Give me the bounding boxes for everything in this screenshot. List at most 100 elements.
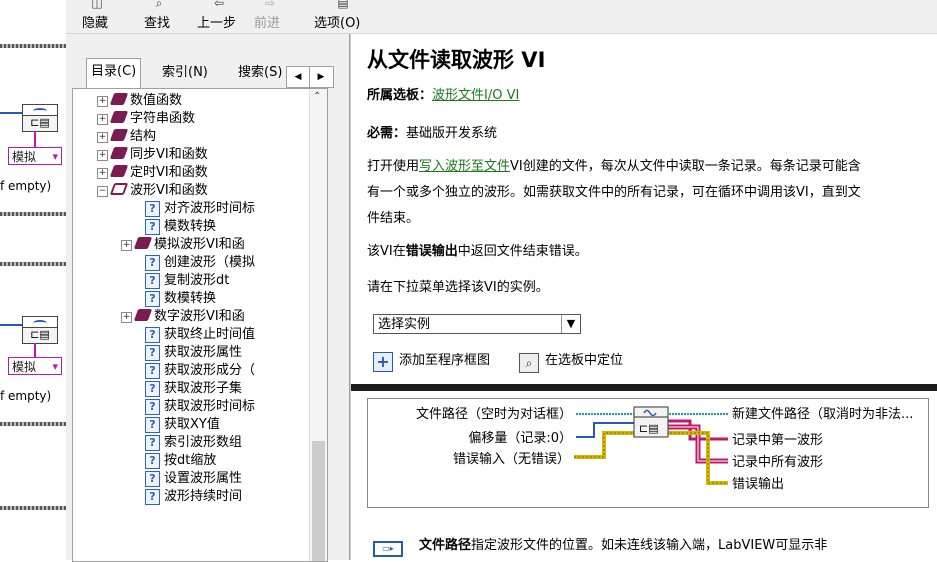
polymorphic-selector[interactable]: 模拟 bbox=[8, 147, 62, 166]
eof-paragraph: 该VI在错误输出中返回文件结束错误。 bbox=[367, 240, 588, 259]
tree-item-label: 复制波形dt bbox=[164, 273, 230, 288]
expand-icon[interactable]: + bbox=[121, 312, 132, 323]
tree-item-label: 获取波形成分（ bbox=[164, 363, 256, 378]
parameter-text: 指定波形文件的位置。如未连线该输入端，LabVIEW可显示非 bbox=[471, 538, 828, 553]
help-page-icon: ? bbox=[145, 273, 160, 289]
tree-item[interactable]: − 波形VI和函数 bbox=[97, 183, 208, 199]
tree-item[interactable]: ? 按dt缩放 bbox=[145, 453, 216, 469]
help-page-icon: ? bbox=[145, 435, 160, 451]
palette-link[interactable]: 波形文件I/O VI bbox=[432, 88, 519, 103]
tree-item[interactable]: ? 设置波形属性 bbox=[145, 471, 242, 487]
tree-item[interactable]: + 定时VI和函数 bbox=[97, 165, 208, 181]
expand-icon[interactable]: + bbox=[97, 150, 108, 161]
select-instruction: 请在下拉菜单选择该VI的实例。 bbox=[367, 280, 549, 295]
help-page-icon: ? bbox=[145, 255, 160, 271]
book-icon bbox=[109, 147, 129, 159]
book-icon bbox=[109, 165, 129, 177]
tree-item[interactable]: ? 获取波形时间标 bbox=[145, 399, 255, 415]
tree-item[interactable]: ? 复制波形dt bbox=[145, 273, 229, 289]
book-icon bbox=[109, 129, 129, 141]
tree-item[interactable]: + 结构 bbox=[97, 129, 156, 145]
tab-search[interactable]: 搜索(S) bbox=[234, 60, 286, 86]
write-waveform-link[interactable]: 写入波形至文件 bbox=[419, 159, 510, 174]
waveform-vi-node-icon[interactable]: ⊏▤ bbox=[22, 316, 58, 344]
help-page-icon: ? bbox=[145, 363, 160, 379]
wire-segment bbox=[0, 262, 66, 266]
tree-item[interactable]: ? 波形持续时间 bbox=[145, 489, 242, 505]
tree-item-label: 设置波形属性 bbox=[164, 471, 243, 486]
forward-button[interactable]: ⇨ 前进 bbox=[254, 0, 286, 33]
eof-text: 中返回文件结束错误。 bbox=[457, 244, 588, 259]
tree-item[interactable]: ? 获取波形成分（ bbox=[145, 363, 255, 379]
help-page-icon: ? bbox=[145, 219, 160, 235]
input-offset-label: 偏移量（记录:0） bbox=[468, 431, 572, 446]
tree-item[interactable]: ? 数模转换 bbox=[145, 291, 216, 307]
wire-segment bbox=[0, 112, 22, 114]
back-arrow-icon: ⇦ bbox=[213, 0, 225, 10]
tree-item[interactable]: ? 模数转换 bbox=[145, 219, 216, 235]
chevron-down-icon[interactable]: ▼ bbox=[561, 315, 580, 333]
hide-icon: ◫ bbox=[91, 0, 103, 10]
tree-item-label: 创建波形（模拟 bbox=[164, 255, 256, 270]
help-toolbar: ◫ 隐藏 ⌕ 查找 ⇦ 上一步 ⇨ 前进 ▤ 选项(O) bbox=[66, 0, 937, 34]
tree-item[interactable]: + 字符串函数 bbox=[97, 111, 195, 127]
tree-item[interactable]: ? 对齐波形时间标 bbox=[145, 201, 255, 217]
scrollbar-thumb[interactable] bbox=[312, 441, 325, 561]
background-vi-pane: ⊏▤ 模拟 f empty) ⊏▤ 模拟 f empty) bbox=[0, 0, 66, 560]
section-divider bbox=[351, 384, 937, 391]
tree-item[interactable]: + 同步VI和函数 bbox=[97, 147, 208, 163]
instance-select-value: 选择实例 bbox=[378, 317, 431, 332]
polymorphic-selector[interactable]: 模拟 bbox=[8, 357, 62, 376]
help-page-icon: ? bbox=[145, 345, 160, 361]
tree-scrollbar[interactable]: ⌃ bbox=[309, 89, 327, 561]
tree-item[interactable]: ? 获取终止时间值 bbox=[145, 327, 255, 343]
tab-scroll-left-icon[interactable]: ◀ bbox=[287, 67, 310, 87]
wire-segment bbox=[34, 131, 36, 147]
locate-in-palette-button[interactable]: ⌕ 在选板中定位 bbox=[519, 350, 624, 373]
tree-item[interactable]: ? 获取XY值 bbox=[145, 417, 220, 433]
tab-index[interactable]: 索引(N) bbox=[158, 60, 212, 86]
parameter-description: ▭▸ 文件路径指定波形文件的位置。如未连线该输入端，LabVIEW可显示非 bbox=[373, 534, 827, 557]
tree-item[interactable]: ? 获取波形子集 bbox=[145, 381, 242, 397]
open-book-icon bbox=[109, 183, 129, 195]
hide-button[interactable]: ◫ 隐藏 bbox=[82, 0, 112, 33]
svg-text:⊏▤: ⊏▤ bbox=[639, 422, 659, 435]
help-page-icon: ? bbox=[145, 381, 160, 397]
tree-item[interactable]: + 模拟波形VI和函 bbox=[121, 237, 245, 253]
expand-icon[interactable]: + bbox=[97, 96, 108, 107]
options-button[interactable]: ▤ 选项(O) bbox=[314, 0, 372, 33]
book-icon bbox=[133, 309, 153, 321]
tab-contents[interactable]: 目录(C) bbox=[86, 58, 142, 89]
wire-segment bbox=[0, 212, 66, 216]
instance-select[interactable]: 选择实例 ▼ bbox=[373, 314, 581, 334]
plus-icon: + bbox=[373, 352, 393, 372]
palette-label: 所属选板： bbox=[367, 88, 433, 103]
add-to-diagram-button[interactable]: + 添加至程序框图 bbox=[373, 350, 490, 372]
locate-in-palette-label: 在选板中定位 bbox=[545, 353, 624, 368]
collapse-icon[interactable]: − bbox=[97, 186, 108, 197]
tree-item[interactable]: + 数字波形VI和函 bbox=[121, 309, 245, 325]
output-error-out-label: 错误输出 bbox=[732, 477, 785, 492]
tree-item-label: 索引波形数组 bbox=[164, 435, 243, 450]
expand-icon[interactable]: + bbox=[121, 240, 132, 251]
requires-label: 必需： bbox=[367, 126, 407, 141]
find-button[interactable]: ⌕ 查找 bbox=[144, 0, 174, 33]
description-text: 有一个或多个独立的波形。如需获取文件中的所有记录，可在循环中调用该VI，直到文 bbox=[367, 185, 861, 200]
expand-icon[interactable]: + bbox=[97, 132, 108, 143]
description-text: 件结束。 bbox=[367, 211, 420, 226]
scroll-up-icon[interactable]: ⌃ bbox=[313, 91, 321, 102]
help-content: 从文件读取波形 VI 所属选板：波形文件I/O VI 必需：基础版开发系统 打开… bbox=[350, 34, 937, 560]
tree-item[interactable]: ? 获取波形属性 bbox=[145, 345, 242, 361]
tree-item-label: 获取波形属性 bbox=[164, 345, 243, 360]
expand-icon[interactable]: + bbox=[97, 168, 108, 179]
tree-item[interactable]: ? 创建波形（模拟 bbox=[145, 255, 255, 271]
help-page-icon: ? bbox=[145, 453, 160, 469]
book-icon bbox=[133, 237, 153, 249]
waveform-vi-node-icon[interactable]: ⊏▤ bbox=[22, 104, 58, 132]
terminal-label: f empty) bbox=[0, 389, 52, 403]
tab-scroll-right-icon[interactable]: ▶ bbox=[310, 67, 332, 87]
tree-item[interactable]: ? 索引波形数组 bbox=[145, 435, 242, 451]
expand-icon[interactable]: + bbox=[97, 114, 108, 125]
back-button[interactable]: ⇦ 上一步 bbox=[197, 0, 241, 33]
tree-item[interactable]: + 数值函数 bbox=[97, 93, 182, 109]
